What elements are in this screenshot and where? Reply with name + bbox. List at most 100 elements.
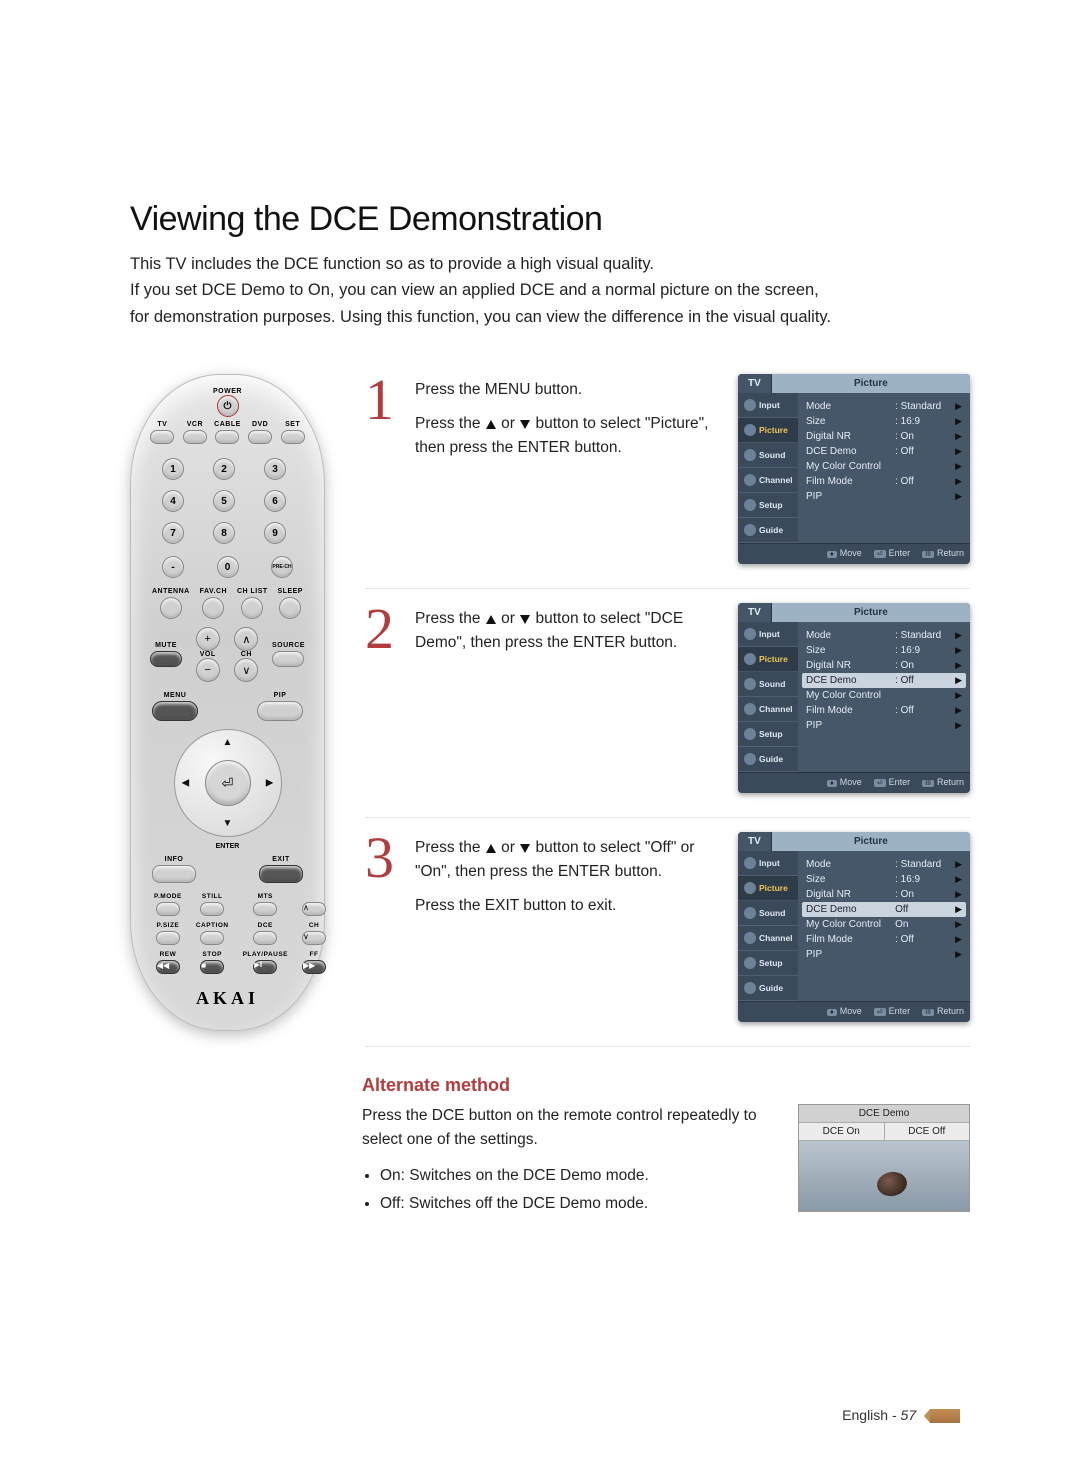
- dce-demo-image: [799, 1141, 969, 1211]
- playpause-button[interactable]: ▶‖: [253, 960, 277, 974]
- osd-menu: TVPicture InputPictureSoundChannelSetupG…: [738, 374, 970, 564]
- osd-tab-icon: [744, 882, 756, 894]
- chlist-button[interactable]: [241, 597, 263, 619]
- dpad: ▲ ▼ ◀ ▶ ⏎: [174, 729, 282, 837]
- osd-row[interactable]: Digital NR: On▶: [806, 429, 962, 444]
- ch-up-button[interactable]: ∧: [234, 627, 258, 651]
- psize-button[interactable]: [156, 931, 180, 945]
- menu-button[interactable]: [152, 701, 198, 721]
- step-2: 2 Press the or button to select "DCE Dem…: [365, 589, 970, 818]
- osd-tab-picture[interactable]: Picture: [738, 418, 798, 443]
- num-8-button[interactable]: 8: [213, 522, 235, 544]
- num-0-button[interactable]: 0: [217, 556, 239, 578]
- dpad-left-button[interactable]: ◀: [182, 778, 190, 789]
- device-tv-button[interactable]: [150, 430, 174, 444]
- osd-row[interactable]: PIP▶: [806, 947, 962, 962]
- num-9-button[interactable]: 9: [264, 522, 286, 544]
- num-3-button[interactable]: 3: [264, 458, 286, 480]
- osd-tab-guide[interactable]: Guide: [738, 747, 798, 772]
- osd-tab-channel[interactable]: Channel: [738, 926, 798, 951]
- pip-button[interactable]: [257, 701, 303, 721]
- power-button[interactable]: ⏻: [217, 395, 239, 417]
- osd-row[interactable]: Size: 16:9▶: [806, 872, 962, 887]
- osd-row[interactable]: Mode: Standard▶: [806, 399, 962, 414]
- osd-tab-channel[interactable]: Channel: [738, 468, 798, 493]
- osd-row[interactable]: Mode: Standard▶: [806, 628, 962, 643]
- enter-button[interactable]: ⏎: [205, 760, 251, 806]
- source-button[interactable]: [272, 651, 304, 667]
- osd-tab-sound[interactable]: Sound: [738, 672, 798, 697]
- mute-button[interactable]: [150, 651, 182, 667]
- info-button[interactable]: [152, 865, 196, 883]
- chup2-button[interactable]: ∧: [302, 902, 326, 916]
- osd-row[interactable]: Mode: Standard▶: [806, 857, 962, 872]
- dce-button[interactable]: [253, 931, 277, 945]
- dpad-up-button[interactable]: ▲: [223, 737, 233, 748]
- pmode-button[interactable]: [156, 902, 180, 916]
- rew-button[interactable]: ◀◀: [156, 960, 180, 974]
- chdown2-button[interactable]: ∨: [302, 931, 326, 945]
- osd-tab-icon: [744, 678, 756, 690]
- num-6-button[interactable]: 6: [264, 490, 286, 512]
- remote-illustration: POWER ⏻ TV VCR CABLE DVD SET 1 2 3 4 5 6…: [130, 374, 325, 1031]
- osd-tab-setup[interactable]: Setup: [738, 722, 798, 747]
- osd-tab-setup[interactable]: Setup: [738, 493, 798, 518]
- mts-button[interactable]: [253, 902, 277, 916]
- device-cable-button[interactable]: [215, 430, 239, 444]
- device-dvd-button[interactable]: [248, 430, 272, 444]
- osd-row[interactable]: Digital NR: On▶: [806, 887, 962, 902]
- alternate-method-body: Press the DCE button on the remote contr…: [362, 1104, 768, 1152]
- vol-up-button[interactable]: +: [196, 627, 220, 651]
- osd-row[interactable]: PIP▶: [806, 718, 962, 733]
- osd-row[interactable]: Film Mode: Off▶: [806, 703, 962, 718]
- num-1-button[interactable]: 1: [162, 458, 184, 480]
- osd-row[interactable]: My Color ControlOn▶: [806, 917, 962, 932]
- osd-tab-icon: [744, 728, 756, 740]
- osd-tab-sound[interactable]: Sound: [738, 901, 798, 926]
- num-7-button[interactable]: 7: [162, 522, 184, 544]
- osd-row[interactable]: Size: 16:9▶: [806, 643, 962, 658]
- antenna-button[interactable]: [160, 597, 182, 619]
- dpad-down-button[interactable]: ▼: [223, 818, 233, 829]
- osd-row[interactable]: DCE Demo: Off▶: [802, 673, 966, 688]
- exit-button[interactable]: [259, 865, 303, 883]
- still-button[interactable]: [200, 902, 224, 916]
- osd-row[interactable]: My Color Control▶: [806, 459, 962, 474]
- vol-down-button[interactable]: −: [196, 658, 220, 682]
- osd-tab-setup[interactable]: Setup: [738, 951, 798, 976]
- dpad-right-button[interactable]: ▶: [266, 778, 274, 789]
- osd-tab-picture[interactable]: Picture: [738, 647, 798, 672]
- favch-button[interactable]: [202, 597, 224, 619]
- prech-button[interactable]: PRE-CH: [271, 556, 293, 578]
- num-4-button[interactable]: 4: [162, 490, 184, 512]
- num-2-button[interactable]: 2: [213, 458, 235, 480]
- num-5-button[interactable]: 5: [213, 490, 235, 512]
- osd-row[interactable]: DCE DemoOff▶: [802, 902, 966, 917]
- caption-button[interactable]: [200, 931, 224, 945]
- step-1: 1 Press the MENU button.Press the or but…: [365, 374, 970, 589]
- ff-button[interactable]: ▶▶: [302, 960, 326, 974]
- osd-tab-guide[interactable]: Guide: [738, 518, 798, 543]
- osd-row[interactable]: Film Mode: Off▶: [806, 474, 962, 489]
- osd-row[interactable]: PIP▶: [806, 489, 962, 504]
- osd-row[interactable]: Size: 16:9▶: [806, 414, 962, 429]
- osd-tab-input[interactable]: Input: [738, 622, 798, 647]
- device-vcr-button[interactable]: [183, 430, 207, 444]
- osd-tab-input[interactable]: Input: [738, 851, 798, 876]
- osd-tab-icon: [744, 932, 756, 944]
- osd-tab-channel[interactable]: Channel: [738, 697, 798, 722]
- osd-row[interactable]: DCE Demo: Off▶: [806, 444, 962, 459]
- step-3: 3 Press the or button to select "Off" or…: [365, 818, 970, 1047]
- stop-button[interactable]: ■: [200, 960, 224, 974]
- osd-tab-guide[interactable]: Guide: [738, 976, 798, 1001]
- osd-row[interactable]: Film Mode: Off▶: [806, 932, 962, 947]
- dash-button[interactable]: -: [162, 556, 184, 578]
- ch-down-button[interactable]: ∨: [234, 658, 258, 682]
- osd-row[interactable]: Digital NR: On▶: [806, 658, 962, 673]
- osd-row[interactable]: My Color Control▶: [806, 688, 962, 703]
- osd-tab-sound[interactable]: Sound: [738, 443, 798, 468]
- sleep-button[interactable]: [279, 597, 301, 619]
- osd-tab-input[interactable]: Input: [738, 393, 798, 418]
- device-set-button[interactable]: [281, 430, 305, 444]
- osd-tab-picture[interactable]: Picture: [738, 876, 798, 901]
